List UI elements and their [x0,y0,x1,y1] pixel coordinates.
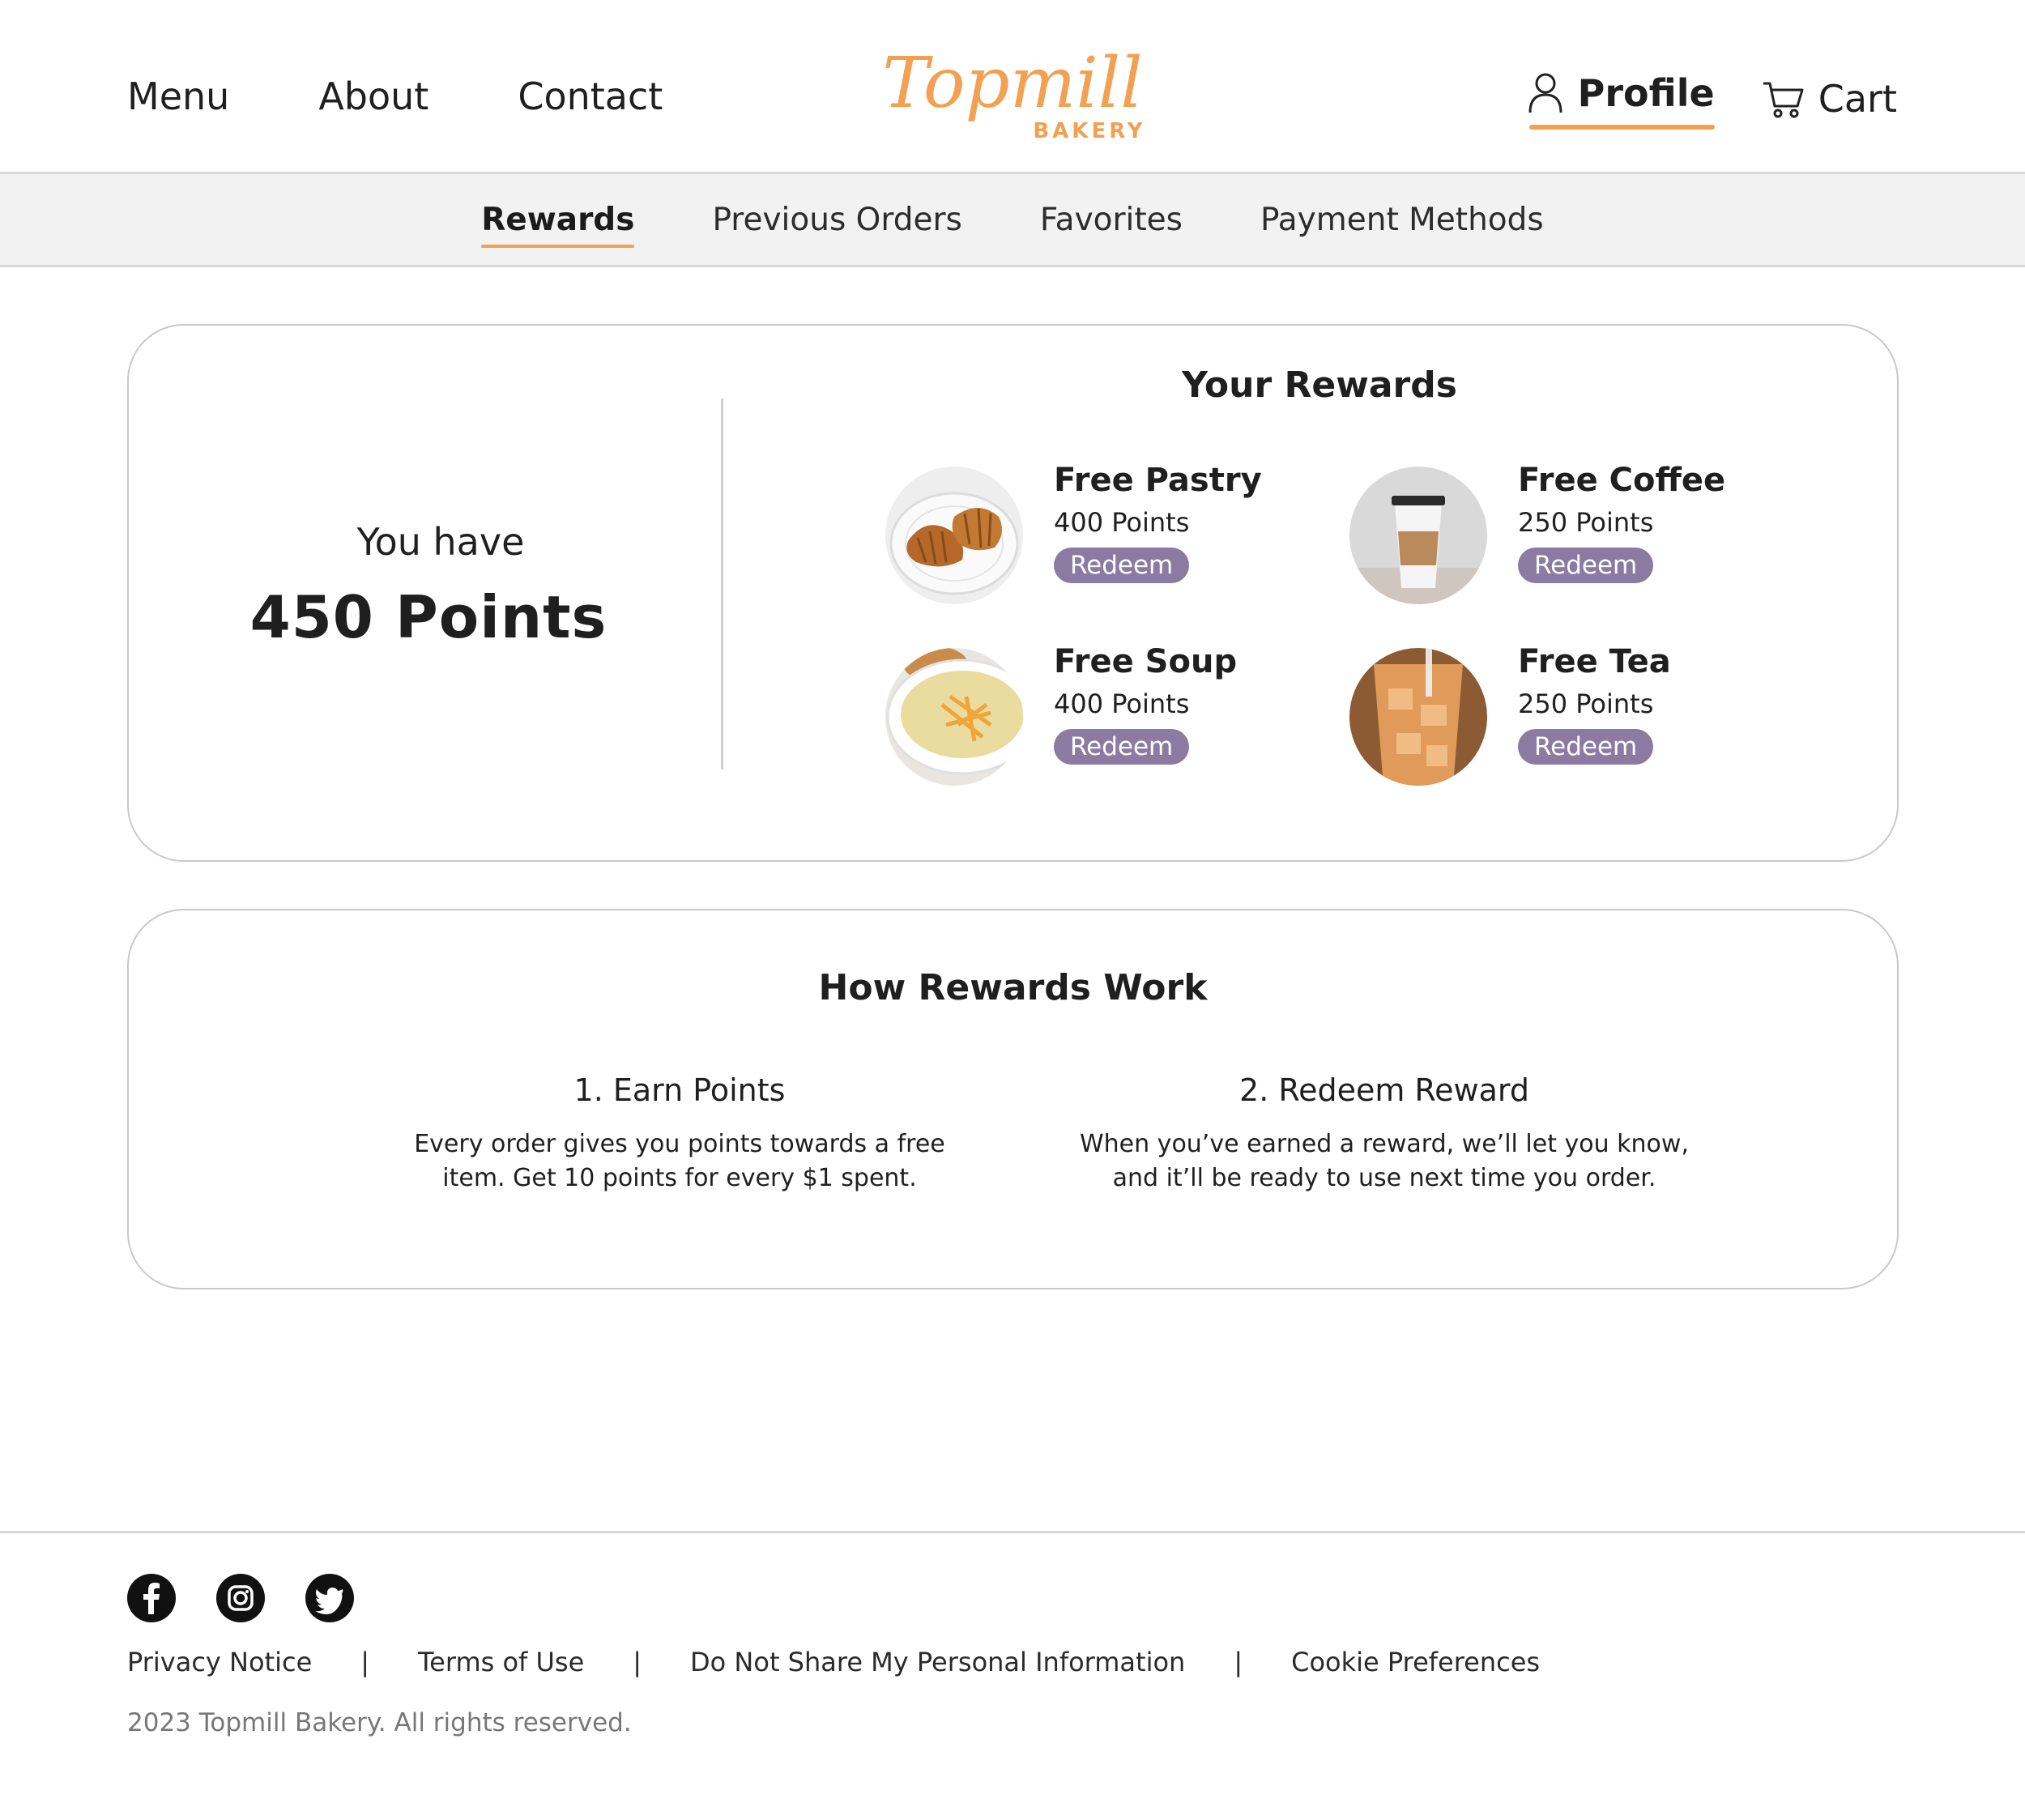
reward-item: Free Soup 400 Points Redeem [885,641,1339,787]
reward-points: 400 Points [1054,507,1190,538]
coffee-image [1349,467,1487,604]
step-description-line: item. Get 10 points for every $1 spent. [442,1164,917,1192]
redeem-button[interactable]: Redeem [1054,548,1190,583]
cart-label: Cart [1818,77,1897,121]
cart-icon [1763,82,1804,118]
redeem-button[interactable]: Redeem [1518,548,1654,583]
instagram-icon[interactable] [216,1574,265,1622]
main-nav: Menu About Contact [127,75,663,118]
tab-rewards[interactable]: Rewards [481,202,635,248]
nav-contact-link[interactable]: Contact [518,75,663,118]
points-intro: You have [356,520,525,564]
terms-of-use-link[interactable]: Terms of Use [418,1647,584,1677]
footer-separator: | [360,1647,370,1677]
tab-payment-methods[interactable]: Payment Methods [1260,202,1544,238]
reward-item: Free Coffee 250 Points Redeem [1349,460,1803,606]
card-divider [721,399,723,769]
footer-separator: | [633,1647,642,1677]
step-title: 2. Redeem Reward [1239,1072,1529,1108]
reward-item: Free Tea 250 Points Redeem [1349,641,1803,787]
copyright-text: 2023 Topmill Bakery. All rights reserved… [127,1708,632,1737]
points-balance: 450 Points [249,583,608,651]
cart-link[interactable]: Cart [1762,77,1897,121]
footer-links: Privacy Notice | Terms of Use | Do Not S… [127,1647,1540,1677]
rewards-title: Your Rewards [1182,364,1457,406]
account-nav: Profile Cart [1528,71,1897,130]
reward-name: Free Tea [1518,643,1671,680]
reward-name: Free Pastry [1054,462,1262,499]
step-earn-points: 1. Earn Points Every order gives you poi… [372,1072,987,1196]
social-links [127,1574,354,1622]
how-rewards-title: How Rewards Work [818,967,1208,1008]
logo-script-text: Topmill [882,43,1143,124]
nav-about-link[interactable]: About [318,75,428,118]
soup-image [885,648,1023,786]
facebook-icon[interactable] [127,1574,176,1622]
twitter-icon[interactable] [305,1574,354,1622]
privacy-notice-link[interactable]: Privacy Notice [127,1647,312,1677]
topmill-bakery-logo[interactable]: Topmill BAKERY [875,34,1150,156]
cookie-preferences-link[interactable]: Cookie Preferences [1291,1647,1540,1677]
redeem-button[interactable]: Redeem [1518,729,1654,765]
reward-item: Free Pastry 400 Points Redeem [885,460,1339,606]
reward-points: 250 Points [1518,507,1654,538]
reward-name: Free Soup [1054,643,1238,680]
user-icon [1528,73,1562,113]
tab-previous-orders[interactable]: Previous Orders [712,202,961,238]
reward-points: 250 Points [1518,688,1654,719]
rewards-card: You have 450 Points Your Rewards Free Pa… [127,324,1899,862]
logo-subtitle-text: BAKERY [1033,119,1145,143]
pastry-image [885,467,1023,604]
step-description-line: Every order gives you points towards a f… [414,1130,945,1158]
profile-label: Profile [1577,71,1715,115]
do-not-share-link[interactable]: Do Not Share My Personal Information [690,1647,1185,1677]
reward-name: Free Coffee [1518,462,1726,499]
nav-menu-link[interactable]: Menu [127,75,229,118]
profile-link[interactable]: Profile [1528,71,1715,130]
step-title: 1. Earn Points [573,1072,786,1108]
tea-image [1349,648,1487,786]
tab-favorites[interactable]: Favorites [1040,202,1183,238]
footer-separator: | [1234,1647,1243,1677]
site-footer: Privacy Notice | Terms of Use | Do Not S… [0,1531,2025,1820]
reward-points: 400 Points [1054,688,1190,719]
step-description-line: and it’ll be ready to use next time you … [1112,1164,1656,1192]
profile-subnav: Rewards Previous Orders Favorites Paymen… [0,174,2025,267]
redeem-button[interactable]: Redeem [1054,729,1190,765]
how-rewards-work-card: How Rewards Work 1. Earn Points Every or… [127,909,1899,1289]
step-redeem-reward: 2. Redeem Reward When you’ve earned a re… [1076,1072,1692,1196]
step-description-line: When you’ve earned a reward, we’ll let y… [1080,1130,1689,1158]
site-header: Menu About Contact Topmill BAKERY Profil… [0,0,2025,174]
